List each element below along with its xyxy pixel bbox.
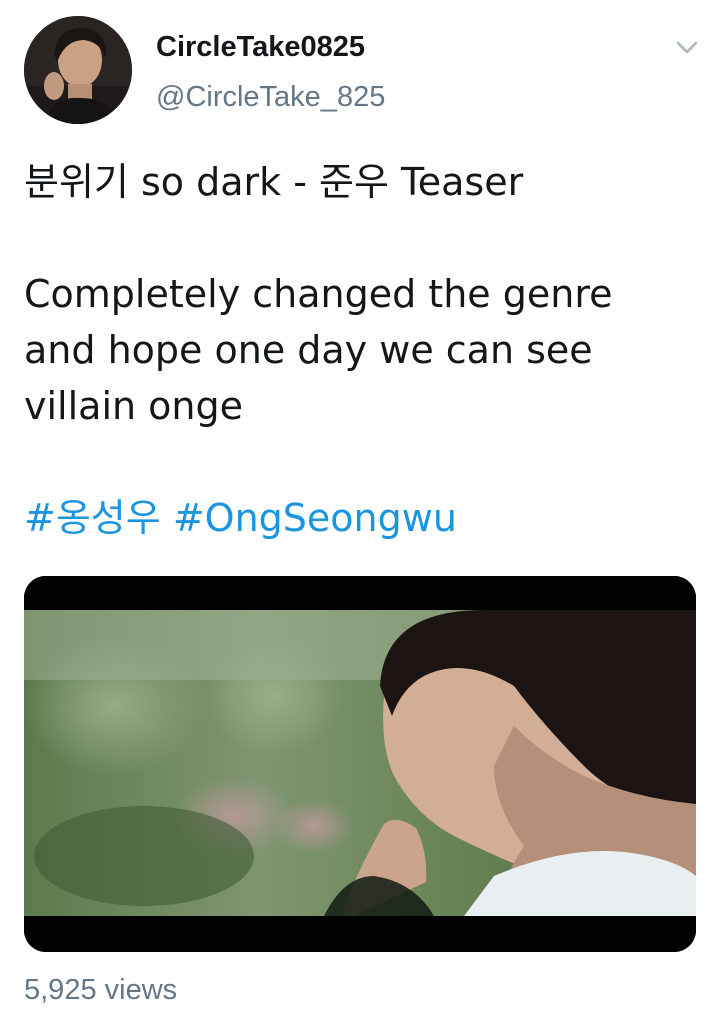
- tweet-text: 분위기 so dark - 준우 Teaser Completely chang…: [24, 154, 694, 434]
- avatar[interactable]: [24, 16, 132, 124]
- tweet-text-line: villain onge: [24, 384, 244, 428]
- hashtag-link[interactable]: #옹성우: [24, 496, 161, 540]
- tweet-text-line: Completely changed the genre: [24, 272, 613, 316]
- display-name[interactable]: CircleTake0825: [156, 30, 365, 64]
- hashtag-link[interactable]: #OngSeongwu: [173, 496, 457, 540]
- hashtag-row: #옹성우 #OngSeongwu: [24, 490, 457, 546]
- tweet-text-line: and hope one day we can see: [24, 328, 593, 372]
- video-thumbnail[interactable]: [24, 576, 696, 952]
- tweet-text-line: 분위기 so dark - 준우 Teaser: [24, 160, 524, 204]
- chevron-down-icon[interactable]: [670, 30, 704, 64]
- view-count: 5,925 views: [24, 974, 178, 1006]
- user-handle[interactable]: @CircleTake_825: [156, 80, 385, 114]
